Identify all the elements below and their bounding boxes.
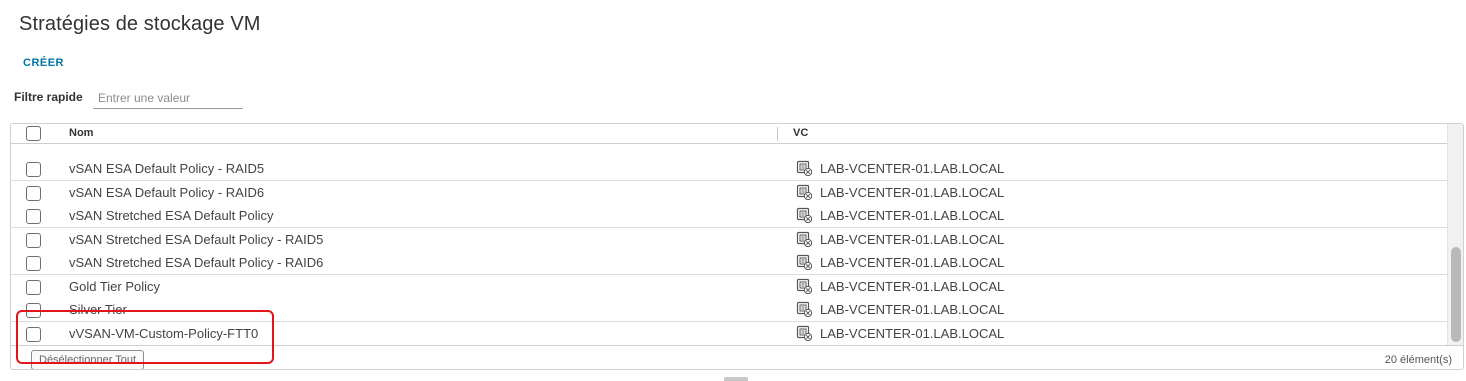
datagrid-footer: Désélectionner Tout 20 élément(s): [11, 345, 1463, 369]
policy-name[interactable]: vSAN ESA Default Policy - RAID5: [69, 161, 264, 176]
policy-name[interactable]: Gold Tier Policy: [69, 279, 160, 294]
datagrid-header: Nom VC: [11, 124, 1447, 144]
table-row[interactable]: vSAN ESA Default Policy - RAID5 LAB-VCENT…: [11, 157, 1447, 181]
vcenter-icon: [796, 301, 813, 318]
vcenter-name[interactable]: LAB-VCENTER-01.LAB.LOCAL: [820, 302, 1004, 317]
vcenter-icon: [796, 325, 813, 342]
vcenter-icon: [796, 231, 813, 248]
row-checkbox[interactable]: [26, 233, 41, 248]
row-checkbox[interactable]: [26, 327, 41, 342]
vcenter-name[interactable]: LAB-VCENTER-01.LAB.LOCAL: [820, 161, 1004, 176]
policy-name[interactable]: vSAN Stretched ESA Default Policy - RAID…: [69, 232, 323, 247]
vcenter-name[interactable]: LAB-VCENTER-01.LAB.LOCAL: [820, 279, 1004, 294]
vcenter-icon: [796, 160, 813, 177]
policy-name[interactable]: vSAN ESA Default Policy - RAID6: [69, 185, 264, 200]
quick-filter-input[interactable]: [93, 87, 243, 109]
vcenter-name[interactable]: LAB-VCENTER-01.LAB.LOCAL: [820, 326, 1004, 341]
row-checkbox[interactable]: [26, 256, 41, 271]
table-row[interactable]: vSAN Stretched ESA Default Policy - RAID…: [11, 228, 1447, 252]
column-header-vc[interactable]: VC: [793, 127, 808, 139]
table-row[interactable]: vSAN ESA Default Policy - RAID6 LAB-VCENT…: [11, 181, 1447, 205]
table-row[interactable]: Gold Tier Policy LAB-VCENTER-01.LAB.LOCAL: [11, 275, 1447, 299]
vcenter-icon: [796, 278, 813, 295]
row-checkbox[interactable]: [26, 280, 41, 295]
row-checkbox[interactable]: [26, 209, 41, 224]
quick-filter-label: Filtre rapide: [14, 90, 83, 104]
column-header-name[interactable]: Nom: [69, 127, 93, 139]
select-all-checkbox[interactable]: [26, 126, 41, 141]
bottom-resize-handle[interactable]: [724, 377, 748, 381]
row-checkbox[interactable]: [26, 162, 41, 177]
table-row[interactable]: vSAN Stretched ESA Default Policy LAB-VCE…: [11, 204, 1447, 228]
table-row[interactable]: vVSAN-VM-Custom-Policy-FTT0 LAB-VCENTER-0…: [11, 322, 1447, 345]
vcenter-name[interactable]: LAB-VCENTER-01.LAB.LOCAL: [820, 232, 1004, 247]
item-count: 20 élément(s): [1384, 354, 1452, 366]
column-separator[interactable]: [777, 127, 778, 141]
vcenter-name[interactable]: LAB-VCENTER-01.LAB.LOCAL: [820, 185, 1004, 200]
deselect-all-button[interactable]: Désélectionner Tout: [31, 350, 145, 369]
page-title: Stratégies de stockage VM: [19, 13, 261, 35]
vertical-scrollbar[interactable]: [1447, 124, 1463, 345]
policy-name[interactable]: Silver Tier: [69, 302, 127, 317]
vcenter-name[interactable]: LAB-VCENTER-01.LAB.LOCAL: [820, 255, 1004, 270]
table-row[interactable]: Silver Tier LAB-VCENTER-01.LAB.LOCAL: [11, 298, 1447, 322]
policy-name[interactable]: vVSAN-VM-Custom-Policy-FTT0: [69, 326, 258, 341]
vcenter-icon: [796, 184, 813, 201]
create-button[interactable]: CRÉER: [23, 57, 64, 69]
row-checkbox[interactable]: [26, 186, 41, 201]
datagrid-rows: Host-local PMem Default Storage PolicyLA…: [11, 124, 1447, 345]
table-row[interactable]: vSAN Stretched ESA Default Policy - RAID…: [11, 251, 1447, 275]
row-checkbox[interactable]: [26, 303, 41, 318]
vcenter-icon: [796, 254, 813, 271]
scrollbar-thumb[interactable]: [1451, 247, 1461, 342]
vcenter-name[interactable]: LAB-VCENTER-01.LAB.LOCAL: [820, 208, 1004, 223]
policy-name[interactable]: vSAN Stretched ESA Default Policy: [69, 208, 273, 223]
policy-name[interactable]: vSAN Stretched ESA Default Policy - RAID…: [69, 255, 323, 270]
vcenter-icon: [796, 207, 813, 224]
policy-datagrid: Host-local PMem Default Storage PolicyLA…: [10, 123, 1464, 370]
